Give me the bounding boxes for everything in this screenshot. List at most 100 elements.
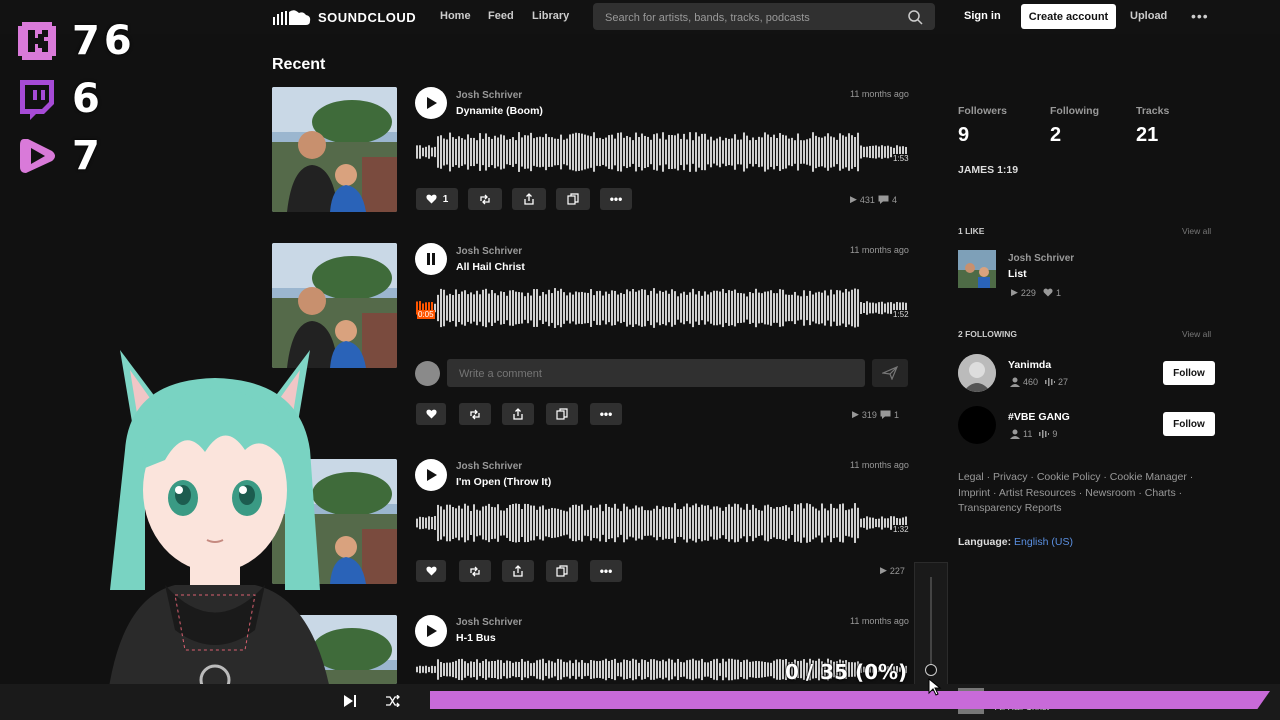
waveform-bar	[440, 135, 442, 169]
waveform-bar	[461, 138, 463, 166]
footer-link[interactable]: Legal	[958, 471, 984, 483]
create-account-button[interactable]: Create account	[1021, 4, 1116, 29]
track-artist[interactable]: Josh Schriver	[456, 461, 522, 472]
waveform-bar	[470, 661, 472, 678]
share-button[interactable]	[502, 560, 534, 582]
volume-handle[interactable]	[925, 664, 937, 676]
waveform-bar	[548, 508, 550, 538]
footer-link[interactable]: Cookie Policy	[1037, 471, 1101, 483]
likes-heading[interactable]: 1 LIKE	[958, 226, 984, 236]
waveform-bar	[668, 134, 670, 170]
tracks-count[interactable]: 21	[1136, 124, 1158, 147]
following-label[interactable]: Following	[1050, 105, 1099, 117]
waveform-bar	[569, 660, 571, 679]
footer-link[interactable]: Cookie Manager	[1110, 471, 1187, 483]
waveform-bar	[662, 132, 664, 172]
soundcloud-logo[interactable]: SOUNDCLOUD	[272, 7, 416, 27]
liked-track-artwork[interactable]	[958, 250, 996, 288]
play-button[interactable]	[415, 459, 447, 491]
waveform-bar	[782, 134, 784, 170]
more-button[interactable]: •••	[590, 560, 622, 582]
waveform[interactable]	[416, 499, 908, 547]
waveform-bar	[485, 659, 487, 680]
waveform-bar	[884, 518, 886, 528]
following-user-name[interactable]: Yanimda	[1008, 359, 1051, 371]
footer-link[interactable]: Artist Resources	[999, 487, 1076, 499]
followers-count[interactable]: 9	[958, 124, 969, 147]
copy-link-button[interactable]	[556, 188, 590, 210]
followers-label[interactable]: Followers	[958, 105, 1007, 117]
waveform-bar	[497, 295, 499, 321]
waveform-bar	[725, 293, 727, 323]
following-count[interactable]: 2	[1050, 124, 1061, 147]
footer-link[interactable]: Newsroom	[1085, 487, 1135, 499]
repost-button[interactable]	[459, 560, 491, 582]
waveform-bar	[650, 139, 652, 165]
more-button[interactable]: •••	[590, 403, 622, 425]
comment-input[interactable]	[447, 359, 861, 389]
like-button[interactable]	[416, 560, 446, 582]
play-button[interactable]	[415, 87, 447, 119]
language-link[interactable]: English (US)	[1014, 536, 1073, 548]
likes-view-all[interactable]: View all	[1182, 226, 1211, 236]
repost-button[interactable]	[468, 188, 502, 210]
track-title[interactable]: I'm Open (Throw It)	[456, 476, 551, 488]
following-heading[interactable]: 2 FOLLOWING	[958, 329, 1017, 339]
send-icon	[882, 366, 898, 380]
shuffle-icon[interactable]	[386, 695, 400, 707]
following-view-all[interactable]: View all	[1182, 329, 1211, 339]
waveform-bar	[800, 503, 802, 543]
search-input[interactable]	[593, 3, 907, 32]
waveform-bar	[452, 507, 454, 539]
pause-button[interactable]	[415, 243, 447, 275]
waveform-bar	[827, 510, 829, 536]
tracks-label[interactable]: Tracks	[1136, 105, 1169, 117]
waveform-bar	[611, 134, 613, 170]
footer-link[interactable]: Charts	[1145, 487, 1176, 499]
user-avatar[interactable]	[958, 406, 996, 444]
send-comment-button[interactable]	[872, 359, 908, 387]
skip-forward-icon[interactable]	[343, 694, 357, 708]
copy-link-button[interactable]	[546, 403, 578, 425]
like-button[interactable]	[416, 403, 446, 425]
copy-link-button[interactable]	[546, 560, 578, 582]
follow-button[interactable]: Follow	[1163, 412, 1215, 436]
like-button[interactable]: 1	[416, 188, 458, 210]
sign-in-link[interactable]: Sign in	[964, 10, 1001, 22]
track-artist[interactable]: Josh Schriver	[456, 246, 522, 257]
share-button[interactable]	[512, 188, 546, 210]
track-artwork[interactable]	[272, 87, 397, 212]
track-title[interactable]: All Hail Christ	[456, 261, 525, 273]
volume-slider[interactable]	[914, 562, 948, 686]
upload-link[interactable]: Upload	[1130, 10, 1167, 22]
follow-button[interactable]: Follow	[1163, 361, 1215, 385]
share-button[interactable]	[502, 403, 534, 425]
waveform[interactable]	[416, 284, 908, 332]
footer-link[interactable]: Imprint	[958, 487, 990, 499]
waveform-bar	[461, 291, 463, 325]
track-title[interactable]: Dynamite (Boom)	[456, 105, 543, 117]
following-user-name[interactable]: #VBE GANG	[1008, 411, 1070, 423]
waveform-bar	[530, 295, 532, 321]
repost-button[interactable]	[459, 403, 491, 425]
waveform-bar	[884, 146, 886, 158]
user-avatar[interactable]	[958, 354, 996, 392]
footer-link[interactable]: Privacy	[993, 471, 1027, 483]
track-artist[interactable]: Josh Schriver	[456, 90, 522, 101]
waveform[interactable]	[416, 128, 908, 176]
nav-home[interactable]: Home	[440, 10, 471, 22]
more-menu-button[interactable]: •••	[1191, 8, 1209, 24]
liked-track-title[interactable]: List	[1008, 268, 1027, 280]
search-icon[interactable]	[907, 9, 923, 25]
nav-library[interactable]: Library	[532, 10, 569, 22]
track-artist[interactable]: Josh Schriver	[456, 617, 522, 628]
more-button[interactable]: •••	[600, 188, 632, 210]
nav-feed[interactable]: Feed	[488, 10, 514, 22]
waveform-bar	[674, 662, 676, 677]
waveform-bar	[764, 661, 766, 678]
play-button[interactable]	[415, 615, 447, 647]
liked-track-artist[interactable]: Josh Schriver	[1008, 253, 1074, 264]
waveform-bar	[728, 504, 730, 542]
track-title[interactable]: H-1 Bus	[456, 632, 496, 644]
footer-link[interactable]: Transparency Reports	[958, 502, 1062, 514]
